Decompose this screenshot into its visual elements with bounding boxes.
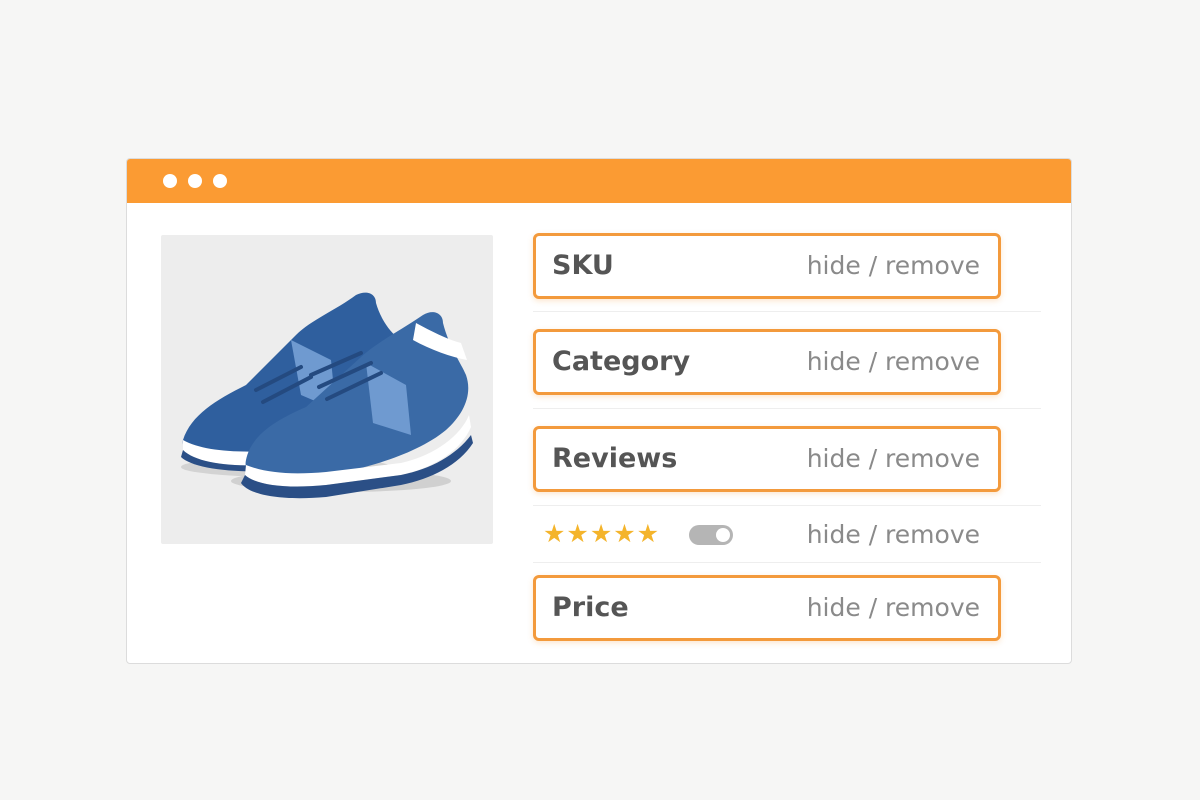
hide-remove-link[interactable]: hide / remove [807,578,980,638]
row-divider [533,311,1041,312]
hide-remove-link[interactable]: hide / remove [807,429,980,489]
field-row-category[interactable]: Category hide / remove [533,329,1001,395]
field-label: Price [552,592,629,623]
rating-row: ★★★★★ hide / remove [533,507,1001,563]
row-divider [533,408,1041,409]
field-row-reviews[interactable]: Reviews hide / remove [533,426,1001,492]
hide-remove-link[interactable]: hide / remove [807,507,980,563]
field-label: SKU [552,250,614,281]
field-label: Reviews [552,443,678,474]
window-titlebar [127,159,1071,203]
star-rating-icon: ★★★★★ [543,519,661,548]
field-row-price[interactable]: Price hide / remove [533,575,1001,641]
hide-remove-link[interactable]: hide / remove [807,236,980,296]
window-dot-icon[interactable] [188,174,202,188]
row-divider [533,505,1041,506]
toggle-knob [716,528,730,542]
product-editor-window: SKU hide / remove Category hide / remove… [126,158,1072,664]
product-image [161,235,493,544]
rating-toggle[interactable] [689,525,733,545]
row-divider [533,562,1041,563]
hide-remove-link[interactable]: hide / remove [807,332,980,392]
field-label: Category [552,346,691,377]
sneaker-icon [181,292,473,499]
field-row-sku[interactable]: SKU hide / remove [533,233,1001,299]
window-dot-icon[interactable] [163,174,177,188]
window-dot-icon[interactable] [213,174,227,188]
